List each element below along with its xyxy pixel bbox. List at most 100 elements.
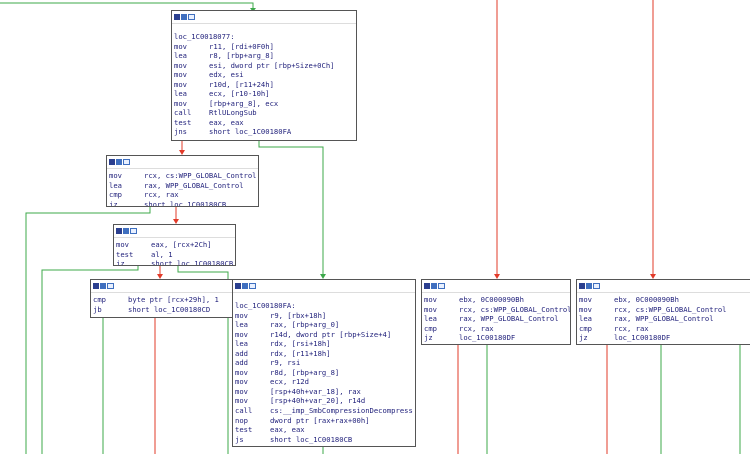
instruction-line[interactable]: mov r11, [rdi+0F0h] [174, 42, 356, 52]
mnemonic: mov [174, 98, 187, 108]
graph-icon [174, 14, 180, 20]
block-header [172, 11, 356, 24]
operands: byte ptr [rcx+29h], 1 [128, 295, 219, 304]
instruction-line[interactable]: add r9, rsi [235, 358, 415, 368]
instruction-line[interactable]: lea rdx, [rsi+18h] [235, 339, 415, 349]
operands: loc_1C00180DF [459, 333, 516, 343]
mnemonic: test [174, 117, 192, 127]
location-label[interactable]: loc_1C00180FA: [235, 301, 415, 311]
operands: cs:__imp_SmbCompressionDecompress [270, 406, 413, 416]
operands: rax, [rbp+arg_0] [270, 320, 340, 330]
instruction-line[interactable]: mov ebx, 0C000090Bh [579, 295, 750, 305]
instruction-line[interactable]: mov rcx, cs:WPP_GLOBAL_Control [424, 305, 570, 315]
instruction-line[interactable]: jz loc_1C00180DF [424, 333, 570, 343]
code-block-status-0C000090B-b[interactable]: mov ebx, 0C000090Bh mov rcx, cs:WPP_GLOBAL_… [576, 279, 750, 345]
instruction-line[interactable]: mov r8d, [rbp+arg_8] [235, 368, 415, 378]
operands: rcx, rax [614, 323, 649, 333]
instruction-line[interactable]: js short loc_1C00180CB [235, 435, 415, 445]
instruction-line[interactable]: lea rax, WPP_GLOBAL_Control [579, 314, 750, 324]
block-header [114, 225, 235, 238]
instruction-line[interactable]: lea rax, WPP_GLOBAL_Control [109, 181, 258, 191]
block-body: cmp byte ptr [rcx+29h], 1 jb short loc_1C00… [91, 293, 247, 314]
mnemonic: jz [116, 259, 125, 266]
operands: r11, [rdi+0F0h] [209, 41, 274, 51]
instruction-line[interactable]: cmp rcx, rax [424, 324, 570, 334]
instruction-line[interactable]: jz loc_1C00180DF [579, 333, 750, 343]
mnemonic: jz [109, 199, 118, 207]
instruction-line[interactable]: cmp rcx, rax [579, 324, 750, 334]
operands: r9, [rbx+18h] [270, 310, 327, 320]
operands: eax, eax [209, 117, 244, 127]
operands: r14d, dword ptr [rbp+Size+4] [270, 329, 392, 339]
edge-top-green [0, 2, 254, 10]
operands: ebx, 0C000090Bh [459, 295, 524, 304]
instruction-line[interactable]: cmp rcx, rax [109, 190, 258, 200]
mnemonic: mov [235, 377, 248, 387]
instruction-line[interactable]: test eax, eax [174, 118, 356, 128]
instruction-line[interactable]: lea ecx, [r10-10h] [174, 89, 356, 99]
instruction-line[interactable]: mov rcx, cs:WPP_GLOBAL_Control [579, 305, 750, 315]
instruction-line[interactable]: mov r10d, [r11+24h] [174, 80, 356, 90]
instruction-line[interactable]: lea rax, [rbp+arg_0] [235, 320, 415, 330]
instruction-line[interactable]: mov r14d, dword ptr [rbp+Size+4] [235, 330, 415, 340]
block-header [91, 280, 247, 293]
instruction-line[interactable]: mov edx, esi [174, 70, 356, 80]
operands: al, 1 [151, 249, 173, 259]
instruction-line[interactable]: mov ebx, 0C000090Bh [424, 295, 570, 305]
block-body: loc_1C00180FA: mov r9, [rbx+18h] lea rax, [r… [233, 293, 415, 444]
mnemonic: cmp [579, 323, 592, 333]
instruction-line[interactable]: jz short loc_1C00180CB [116, 259, 235, 266]
window-icon [107, 283, 114, 289]
mnemonic: lea [424, 314, 437, 324]
instruction-line[interactable]: call RtlULongSub [174, 108, 356, 118]
instruction-line[interactable]: lea rax, WPP_GLOBAL_Control [424, 314, 570, 324]
graph-icon [109, 159, 115, 165]
mnemonic: cmp [109, 190, 122, 200]
instruction-line[interactable]: test al, 1 [116, 250, 235, 260]
operands: [rbp+arg_8], ecx [209, 98, 279, 108]
instruction-line[interactable]: test eax, eax [235, 425, 415, 435]
mnemonic: nop [235, 415, 248, 425]
instruction-line[interactable]: cmp byte ptr [rcx+29h], 1 [93, 295, 247, 305]
code-block-flags-test[interactable]: mov eax, [rcx+2Ch] test al, 1 jz short loc_1C… [113, 224, 236, 266]
code-block-status-0C000090B-a[interactable]: mov ebx, 0C000090Bh mov rcx, cs:WPP_GLOBAL_… [421, 279, 571, 345]
code-block-loc-1C00180FA[interactable]: loc_1C00180FA: mov r9, [rbx+18h] lea rax, [r… [232, 279, 416, 447]
operands: rcx, cs:WPP_GLOBAL_Control [614, 304, 727, 314]
instruction-line[interactable]: mov r9, [rbx+18h] [235, 311, 415, 321]
mnemonic: lea [174, 89, 187, 99]
operands: rcx, rax [144, 190, 179, 200]
code-block-loc-1C0018077[interactable]: loc_1C0018077: mov r11, [rdi+0F0h] lea r8, [… [171, 10, 357, 141]
code-block-level-cmp[interactable]: cmp byte ptr [rcx+29h], 1 jb short loc_1C00… [90, 279, 248, 318]
instruction-line[interactable]: jz short loc_1C00180CB [109, 199, 258, 207]
mnemonic: cmp [424, 323, 437, 333]
instruction-line[interactable]: call cs:__imp_SmbCompressionDecompress [235, 406, 415, 416]
operands: r8d, [rbp+arg_8] [270, 367, 340, 377]
mnemonic: call [174, 108, 192, 118]
block-body: mov rcx, cs:WPP_GLOBAL_Control lea rax, WPP… [107, 169, 258, 207]
operands: r9, rsi [270, 358, 301, 368]
block-header [233, 280, 415, 293]
instruction-line[interactable]: mov [rbp+arg_8], ecx [174, 99, 356, 109]
instruction-line[interactable]: mov [rsp+40h+var_18], rax [235, 387, 415, 397]
instruction-line[interactable]: jb short loc_1C00180CD [93, 305, 247, 315]
instruction-line[interactable]: mov esi, dword ptr [rbp+Size+0Ch] [174, 61, 356, 71]
operands: short loc_1C00180CB [144, 199, 227, 207]
operands: ecx, r12d [270, 377, 309, 387]
operands: short loc_1C00180CD [128, 304, 211, 314]
instruction-line[interactable]: nop dword ptr [rax+rax+00h] [235, 416, 415, 426]
mnemonic: js [235, 434, 244, 444]
instruction-line[interactable]: jns short loc_1C00180FA [174, 127, 356, 137]
code-block-wpp-check[interactable]: mov rcx, cs:WPP_GLOBAL_Control lea rax, WPP… [106, 155, 259, 207]
location-label[interactable]: loc_1C0018077: [174, 32, 356, 42]
instruction-line[interactable]: mov rcx, cs:WPP_GLOBAL_Control [109, 171, 258, 181]
instruction-line[interactable]: lea r8, [rbp+arg_8] [174, 51, 356, 61]
block-header [422, 280, 570, 293]
operands: ecx, [r10-10h] [209, 89, 270, 99]
operands: rcx, cs:WPP_GLOBAL_Control [459, 304, 571, 314]
mnemonic: call [235, 406, 253, 416]
instruction-line[interactable]: mov ecx, r12d [235, 377, 415, 387]
mnemonic: mov [109, 171, 122, 180]
instruction-line[interactable]: mov [rsp+40h+var_20], r14d [235, 396, 415, 406]
instruction-line[interactable]: mov eax, [rcx+2Ch] [116, 240, 235, 250]
instruction-line[interactable]: add rdx, [r11+18h] [235, 349, 415, 359]
